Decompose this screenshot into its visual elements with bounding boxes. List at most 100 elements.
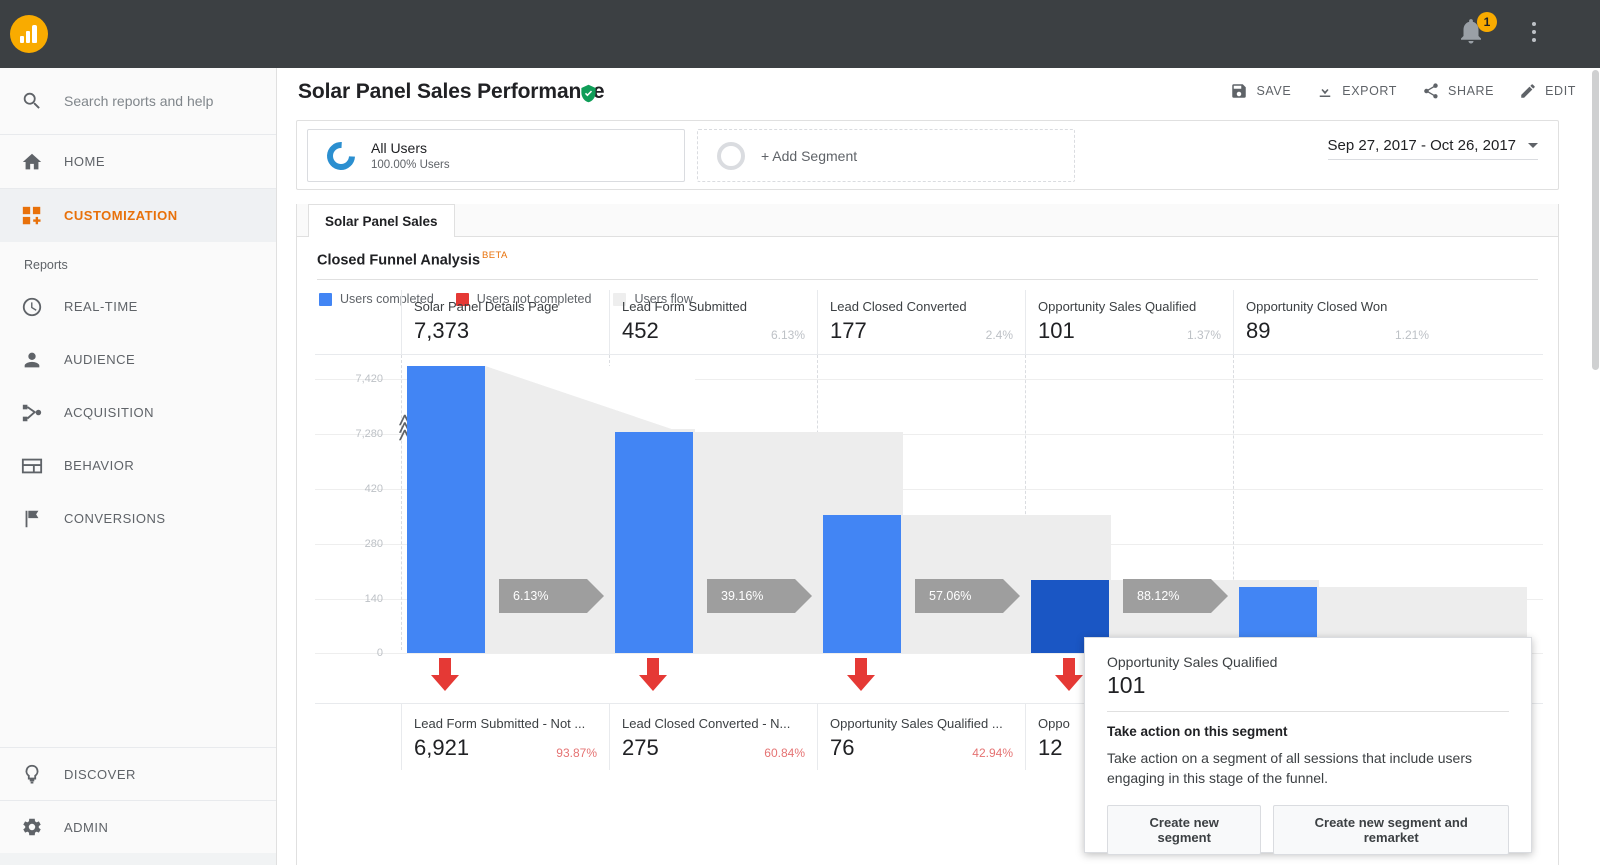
funnel-stage-header[interactable]: Lead Closed Converted 177 2.4% bbox=[817, 290, 1025, 354]
export-label: EXPORT bbox=[1342, 84, 1397, 98]
dropoff-value: 76 bbox=[830, 735, 854, 761]
google-analytics-logo[interactable] bbox=[10, 15, 48, 53]
tab-solar-panel-sales[interactable]: Solar Panel Sales bbox=[308, 204, 455, 237]
funnel-dropoff-cell[interactable]: Opportunity Sales Qualified ... 76 42.94… bbox=[817, 704, 1025, 770]
acquisition-icon bbox=[0, 402, 64, 424]
dropoff-arrow-icon bbox=[1054, 658, 1084, 697]
funnel-dropoff-cell[interactable]: Lead Closed Converted - N... 275 60.84% bbox=[609, 704, 817, 770]
save-icon bbox=[1230, 82, 1248, 100]
sidebar-item-real-time[interactable]: REAL-TIME bbox=[0, 280, 276, 333]
sidebar-item-label: CUSTOMIZATION bbox=[64, 208, 178, 223]
behavior-icon bbox=[0, 455, 64, 477]
stage-pct: 1.21% bbox=[1395, 328, 1429, 342]
popup-buttons: Create new segment Create new segment an… bbox=[1107, 805, 1509, 855]
export-button[interactable]: EXPORT bbox=[1316, 82, 1397, 100]
top-app-bar: 1 bbox=[0, 0, 1600, 68]
home-icon bbox=[0, 151, 64, 173]
notifications-button[interactable]: 1 bbox=[1456, 16, 1492, 52]
lightbulb-icon bbox=[0, 763, 64, 785]
sidebar-item-acquisition[interactable]: ACQUISITION bbox=[0, 386, 276, 439]
clock-icon bbox=[0, 296, 64, 318]
edit-label: EDIT bbox=[1545, 84, 1576, 98]
chevron-down-icon bbox=[1528, 143, 1538, 148]
page-title: Solar Panel Sales Performance bbox=[298, 80, 604, 104]
funnel-dropoff-cell[interactable]: Lead Form Submitted - Not ... 6,921 93.8… bbox=[401, 704, 609, 770]
sidebar-item-label: BEHAVIOR bbox=[64, 458, 134, 473]
sidebar-item-label: HOME bbox=[64, 154, 105, 169]
report-titlebar: Solar Panel Sales Performance SAVE EXPOR… bbox=[277, 68, 1600, 120]
stage-action-popup: Opportunity Sales Qualified 101 Take act… bbox=[1084, 637, 1532, 853]
export-icon bbox=[1316, 82, 1334, 100]
sidebar-bottom-strip bbox=[0, 853, 277, 865]
dropoff-value: 12 bbox=[1038, 735, 1062, 761]
save-label: SAVE bbox=[1256, 84, 1291, 98]
edit-button[interactable]: EDIT bbox=[1519, 82, 1576, 100]
popup-stage-name: Opportunity Sales Qualified bbox=[1107, 654, 1509, 670]
segment-all-users[interactable]: All Users 100.00% Users bbox=[307, 129, 685, 182]
segment-donut-icon bbox=[321, 136, 361, 176]
sidebar-item-discover[interactable]: DISCOVER bbox=[0, 747, 276, 800]
funnel-stage-header[interactable]: Opportunity Closed Won 89 1.21% bbox=[1233, 290, 1441, 354]
bar-stage-2[interactable] bbox=[615, 432, 693, 653]
dropoff-arrow-icon bbox=[846, 658, 876, 697]
scrollbar-thumb[interactable] bbox=[1592, 70, 1599, 370]
sidebar: HOME CUSTOMIZATION Reports REAL-TIME AUD… bbox=[0, 68, 277, 865]
date-range-picker[interactable]: Sep 27, 2017 - Oct 26, 2017 bbox=[1328, 137, 1538, 160]
save-button[interactable]: SAVE bbox=[1230, 82, 1291, 100]
gear-icon bbox=[0, 816, 64, 838]
add-segment-donut-icon bbox=[717, 142, 745, 170]
dropoff-arrow-icon bbox=[638, 658, 668, 697]
stage-label: Opportunity Sales Qualified bbox=[1038, 299, 1196, 314]
stage-pct: 6.13% bbox=[771, 328, 805, 342]
report-actions: SAVE EXPORT SHARE EDIT bbox=[1230, 82, 1576, 100]
search-input[interactable] bbox=[64, 93, 254, 109]
share-button[interactable]: SHARE bbox=[1422, 82, 1494, 100]
sidebar-item-label: ACQUISITION bbox=[64, 405, 154, 420]
bar-stage-1[interactable] bbox=[407, 432, 485, 653]
sidebar-item-admin[interactable]: ADMIN bbox=[0, 800, 276, 853]
customization-icon bbox=[0, 205, 64, 227]
sidebar-item-behavior[interactable]: BEHAVIOR bbox=[0, 439, 276, 492]
edit-pencil-icon bbox=[1519, 82, 1537, 100]
funnel-stage-header[interactable]: Solar Panel Details Page 7,373 bbox=[401, 290, 609, 354]
funnel-plot-area: 7,420 7,280 420 280 140 0 ⋘ bbox=[315, 355, 1543, 650]
sidebar-section-reports: Reports bbox=[0, 242, 276, 280]
bar-stage-3[interactable] bbox=[823, 515, 901, 653]
sidebar-item-label: CONVERSIONS bbox=[64, 511, 166, 526]
dropoff-label: Oppo bbox=[1038, 716, 1070, 731]
sidebar-item-audience[interactable]: AUDIENCE bbox=[0, 333, 276, 386]
tab-row: Solar Panel Sales bbox=[297, 204, 1558, 237]
funnel-stage-header[interactable]: Opportunity Sales Qualified 101 1.37% bbox=[1025, 290, 1233, 354]
stage-pct: 2.4% bbox=[986, 328, 1013, 342]
create-new-segment-and-remarket-button[interactable]: Create new segment and remarket bbox=[1273, 805, 1509, 855]
dropoff-value: 275 bbox=[622, 735, 659, 761]
stage-value: 101 bbox=[1038, 318, 1075, 344]
popup-heading: Take action on this segment bbox=[1107, 724, 1509, 739]
search-row[interactable] bbox=[0, 68, 276, 135]
bar-stage-1-top[interactable] bbox=[407, 366, 485, 437]
stage-label: Solar Panel Details Page bbox=[414, 299, 559, 314]
chart-title-row: Closed Funnel AnalysisBETA bbox=[317, 250, 1538, 280]
sidebar-item-home[interactable]: HOME bbox=[0, 135, 276, 189]
funnel-stage-header[interactable]: Lead Form Submitted 452 6.13% bbox=[609, 290, 817, 354]
add-segment-label: + Add Segment bbox=[761, 148, 857, 164]
search-icon bbox=[0, 90, 64, 112]
stage-label: Lead Form Submitted bbox=[622, 299, 747, 314]
stage-label: Opportunity Closed Won bbox=[1246, 299, 1387, 314]
sidebar-item-customization[interactable]: CUSTOMIZATION bbox=[0, 189, 276, 242]
sidebar-item-conversions[interactable]: CONVERSIONS bbox=[0, 492, 276, 545]
segment-name: All Users bbox=[371, 140, 450, 157]
create-new-segment-button[interactable]: Create new segment bbox=[1107, 805, 1261, 855]
person-icon bbox=[0, 349, 64, 371]
sidebar-item-label: AUDIENCE bbox=[64, 352, 135, 367]
dropoff-value: 6,921 bbox=[414, 735, 469, 761]
page-scrollbar[interactable] bbox=[1590, 68, 1600, 865]
verified-shield-icon bbox=[579, 84, 598, 108]
share-icon bbox=[1422, 82, 1440, 100]
add-segment-button[interactable]: + Add Segment bbox=[697, 129, 1075, 182]
flag-icon bbox=[0, 508, 64, 530]
kebab-menu-icon[interactable] bbox=[1523, 18, 1545, 50]
stage-value: 89 bbox=[1246, 318, 1270, 344]
sidebar-item-label: DISCOVER bbox=[64, 767, 136, 782]
sidebar-item-label: REAL-TIME bbox=[64, 299, 138, 314]
